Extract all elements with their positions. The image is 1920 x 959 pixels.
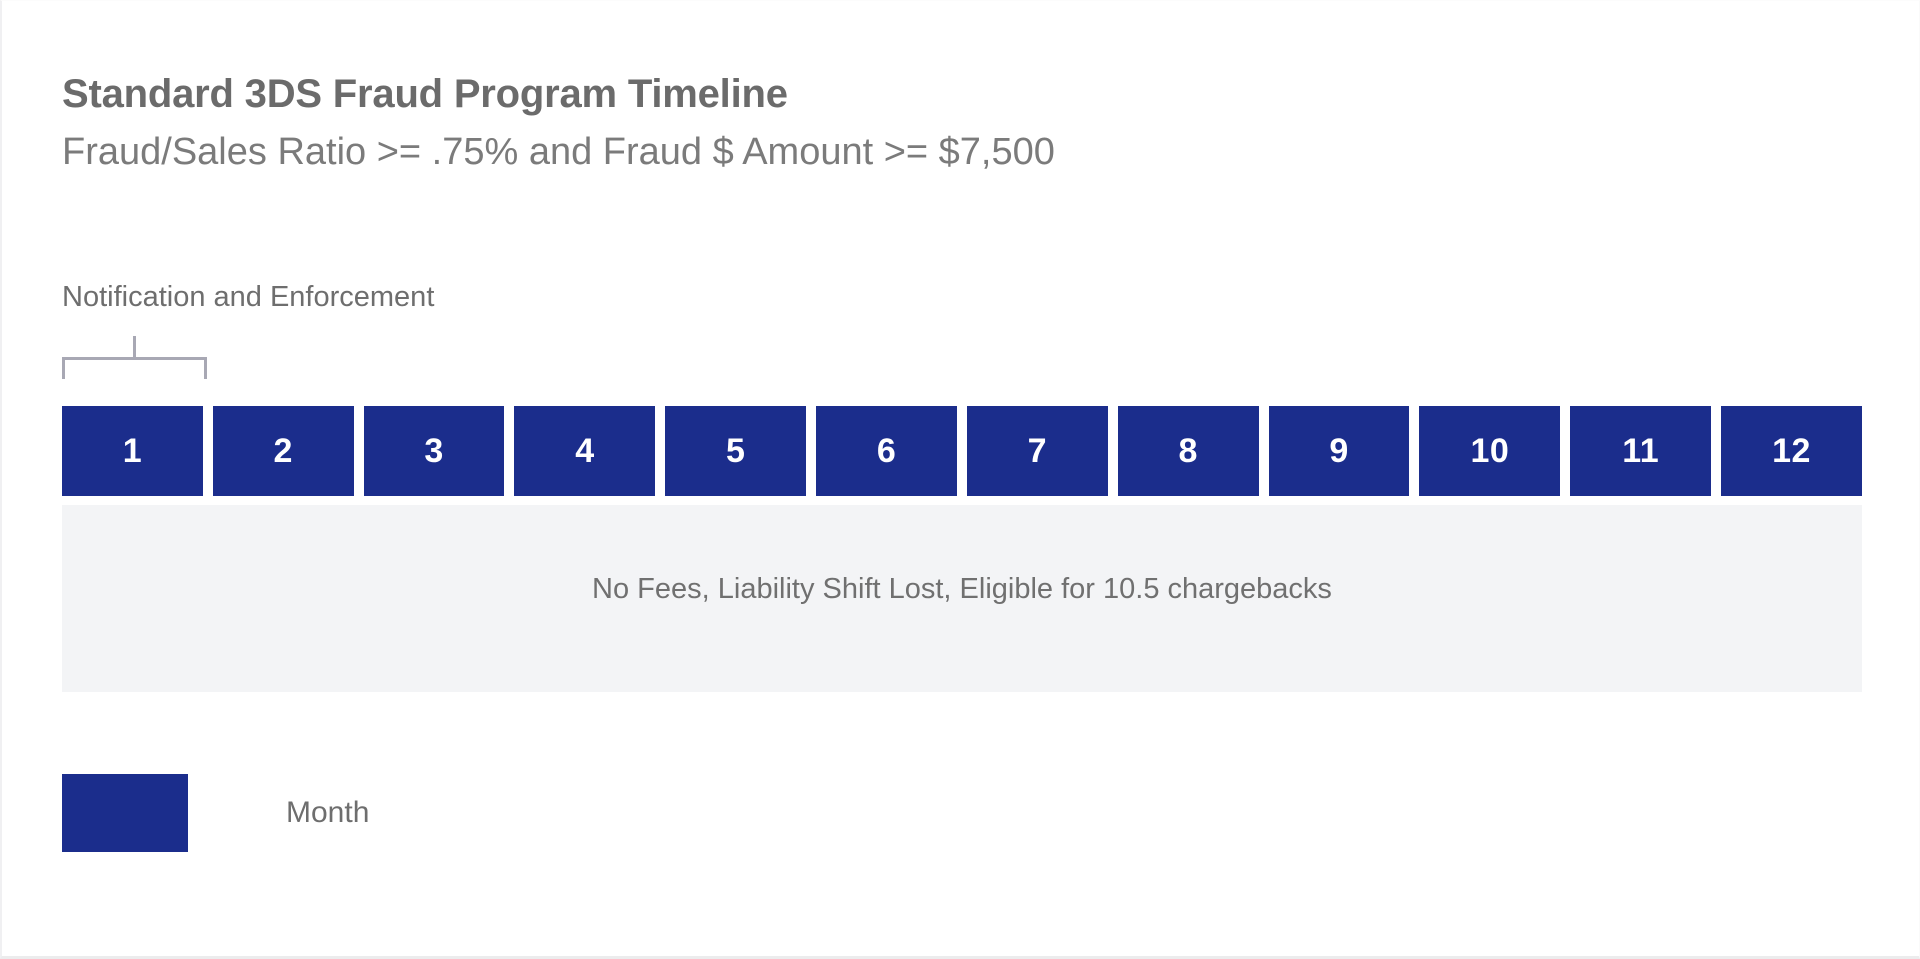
bracket-left-tick — [62, 357, 65, 379]
bracket-top-bar — [62, 357, 207, 360]
month-box[interactable]: 3 — [363, 406, 505, 496]
month-box[interactable]: 6 — [816, 406, 957, 496]
phase-bracket-icon — [62, 336, 207, 379]
page-title: Standard 3DS Fraud Program Timeline — [62, 72, 788, 116]
month-box[interactable]: 1 — [62, 406, 203, 496]
bracket-right-tick — [204, 357, 207, 379]
month-box[interactable]: 5 — [665, 406, 807, 496]
infographic-page: Standard 3DS Fraud Program Timeline Frau… — [0, 0, 1920, 959]
status-panel-text: No Fees, Liability Shift Lost, Eligible … — [592, 573, 1332, 605]
month-box[interactable]: 2 — [212, 406, 354, 496]
legend-label-month: Month — [286, 796, 370, 829]
legend-swatch-month — [62, 774, 188, 852]
header-block: Standard 3DS Fraud Program Timeline Frau… — [62, 73, 1862, 173]
month-box[interactable]: 10 — [1419, 406, 1561, 496]
legend: Month — [62, 774, 369, 852]
bracket-stem — [133, 336, 136, 358]
month-box[interactable]: 12 — [1721, 406, 1862, 496]
month-box[interactable]: 7 — [966, 406, 1108, 496]
month-box[interactable]: 9 — [1268, 406, 1410, 496]
month-box[interactable]: 11 — [1570, 406, 1712, 496]
timeline-month-row: 1 2 3 4 5 6 7 8 9 10 11 12 — [62, 406, 1862, 496]
phase-label-notification-and-enforcement: Notification and Enforcement — [62, 281, 435, 313]
page-subtitle: Fraud/Sales Ratio >= .75% and Fraud $ Am… — [62, 131, 1055, 173]
month-box[interactable]: 4 — [514, 406, 656, 496]
month-box[interactable]: 8 — [1117, 406, 1259, 496]
status-panel: No Fees, Liability Shift Lost, Eligible … — [62, 505, 1862, 692]
